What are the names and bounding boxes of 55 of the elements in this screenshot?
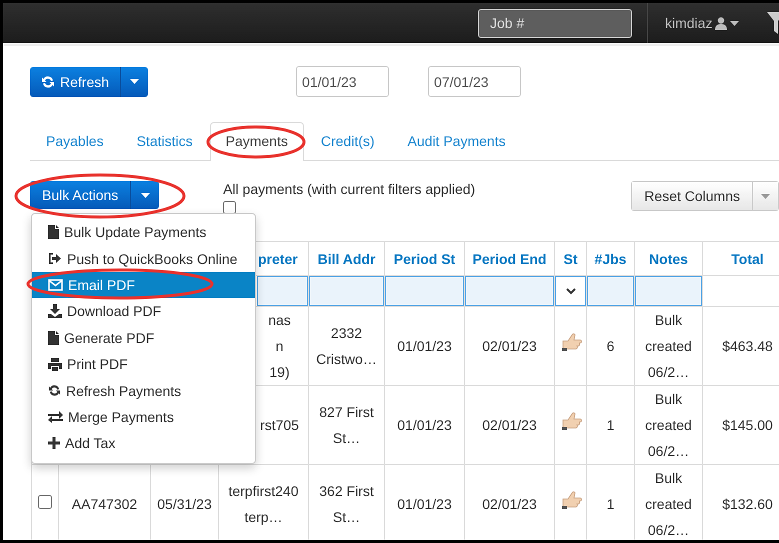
refresh-icon [41,74,55,88]
table-cell: 02/01/23 [464,386,554,464]
download-icon [48,304,62,318]
hand-icon [561,490,583,510]
caret-icon [141,192,150,198]
bulk-actions-button[interactable]: Bulk Actions [30,181,130,209]
column-filter-field[interactable] [588,276,634,306]
sign-in-icon [48,252,62,266]
hand-icon [561,411,583,431]
user-icon [715,16,728,30]
table-cell: 01/01/23 [384,306,464,386]
refresh-options-button[interactable] [120,66,148,96]
select-all-label: All payments (with current filters applied) [223,181,476,197]
column-filter-field[interactable] [636,276,702,306]
table-cell: 827 First St… [308,386,384,464]
select-all-checkbox[interactable] [223,201,236,214]
user-menu[interactable]: kimdiaz [665,15,740,31]
tab[interactable]: Audit Payments [392,122,522,160]
column-filter-field[interactable] [257,276,308,306]
bulk-actions-toggle[interactable] [130,181,160,209]
tab[interactable]: Statistics [120,122,209,160]
chevron-down-icon [566,288,576,294]
refresh-button[interactable]: Refresh [30,66,120,96]
plus-icon [48,437,60,450]
start-date-field[interactable]: 01/01/23 [296,66,390,97]
caret-icon [761,194,770,198]
table-cell: 02/01/23 [464,306,554,386]
reset-columns-button[interactable]: Reset Columns [631,181,753,211]
column-filter-dropdown[interactable] [556,276,586,306]
row-checkbox[interactable] [38,495,52,509]
menu-item[interactable]: Push to QuickBooks Online [32,245,255,272]
end-date-field[interactable]: 07/01/23 [428,66,522,97]
table-cell: 01/01/23 [384,386,464,464]
column-filter-field[interactable] [386,276,464,306]
caret-icon [730,20,740,26]
column-filter-field[interactable] [310,276,384,306]
table-cell: 6 [586,306,634,386]
file-icon [48,225,59,240]
swap-arrows-icon [48,410,63,423]
table-cell: 2332 Cristwo… [308,306,384,386]
printer-icon [48,358,62,371]
refresh-icon [48,384,61,398]
table-cell: 1 [586,386,634,464]
envelope-icon [48,278,63,291]
caret-icon [130,79,140,84]
job-search-field[interactable]: Job # [478,8,632,38]
file-icon [48,330,59,345]
table-cell: Bulk created 06/2… [634,306,702,386]
hand-icon [561,332,583,352]
tab[interactable]: Payables [30,122,120,160]
tab[interactable]: Credit(s) [304,122,391,160]
column-filter-field[interactable] [466,276,554,306]
table-cell: Bulk created 06/2… [634,386,702,464]
menu-item[interactable]: Bulk Update Payments [32,219,255,246]
reset-columns-toggle[interactable] [753,181,779,211]
